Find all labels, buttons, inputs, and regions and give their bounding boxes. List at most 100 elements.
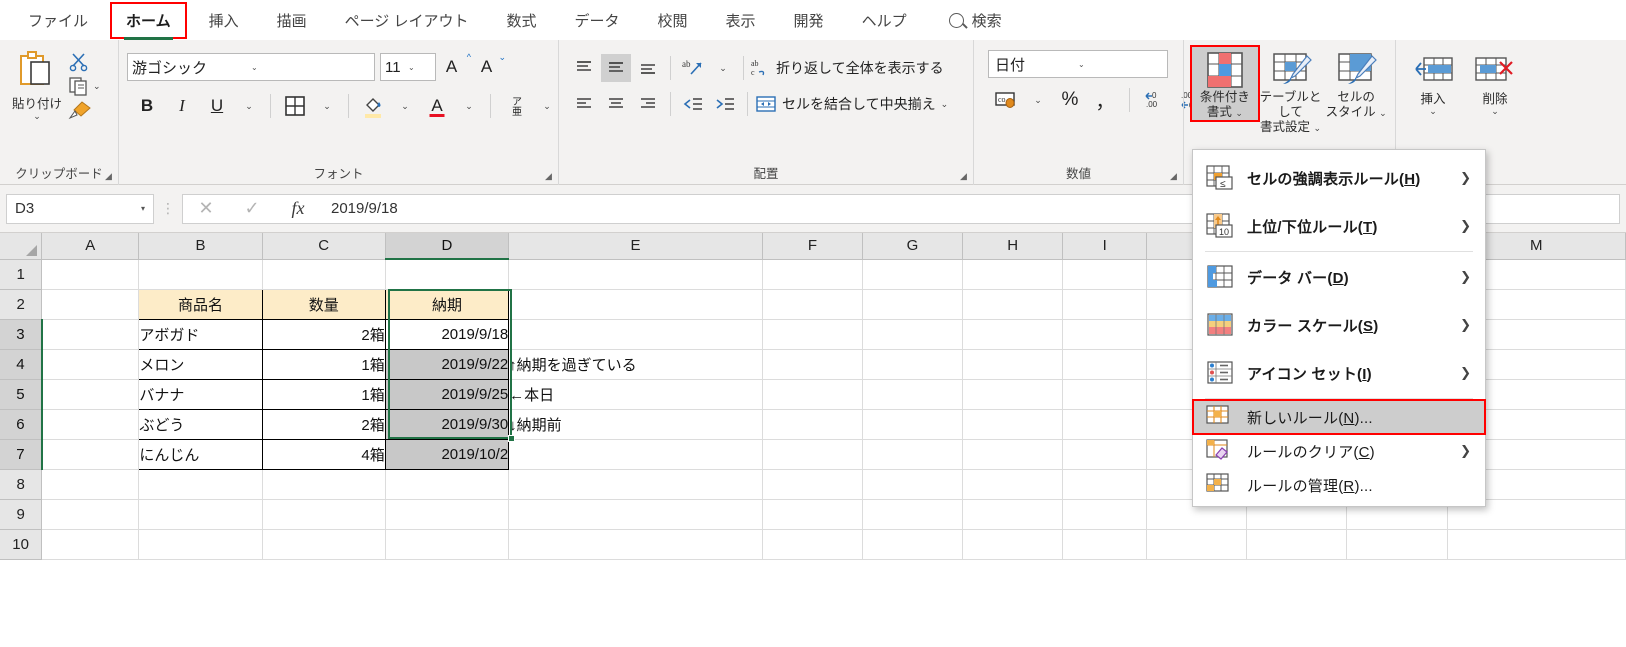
italic-button[interactable]: I [166,90,198,122]
fill-color-button[interactable] [357,90,389,122]
cell-d8[interactable] [385,469,510,500]
cell-d4[interactable]: 2019/9/22 [384,348,510,380]
cell-f9[interactable] [762,499,863,530]
borders-options-button[interactable]: ⌄ [314,90,340,122]
tab-file[interactable]: ファイル [14,4,102,37]
align-left-button[interactable] [569,90,599,118]
cell-e8[interactable] [508,469,763,500]
cell-b9[interactable] [138,499,263,530]
cell-d3[interactable]: 2019/9/18 [384,318,510,350]
row-header-4[interactable]: 4 [0,349,43,380]
chevron-down-icon[interactable]: ⌄ [93,81,101,91]
cell-h1[interactable] [962,259,1064,290]
search-box[interactable]: 検索 [948,10,1002,31]
cell-i3[interactable] [1062,319,1148,350]
tab-review[interactable]: 校閲 [644,4,702,37]
cell-i2[interactable] [1062,289,1148,320]
cell-a3[interactable] [41,319,140,350]
cell-e10[interactable] [508,529,763,560]
tab-home[interactable]: ホーム [110,1,187,40]
cell-d2[interactable]: 納期 [384,288,510,320]
cell-b2[interactable]: 商品名 [138,288,263,320]
increase-font-size-button[interactable]: A ^ [439,51,471,83]
align-top-button[interactable] [569,54,599,82]
row-header-10[interactable]: 10 [0,529,43,560]
cell-f10[interactable] [762,529,863,560]
cell-f2[interactable] [762,289,863,320]
column-header-a[interactable]: A [41,233,140,260]
chevron-down-icon[interactable]: ⌄ [941,99,949,109]
menu-item-icon-sets[interactable]: アイコン セット(I) ❯ [1193,349,1485,397]
cell-h6[interactable] [962,409,1064,440]
tab-draw[interactable]: 描画 [263,4,321,37]
font-size-input[interactable]: 11 ⌄ [380,53,436,81]
cell-i5[interactable] [1062,379,1148,410]
cell-b1[interactable] [138,259,263,290]
cell-d7[interactable]: 2019/10/2 [384,438,510,470]
cell-f8[interactable] [762,469,863,500]
percent-style-button[interactable]: % [1054,84,1086,116]
menu-item-data-bars[interactable]: データ バー(D) ❯ [1193,253,1485,301]
cell-c7[interactable]: 4箱 [261,438,386,470]
cut-button[interactable] [68,52,101,72]
borders-button[interactable] [279,90,311,122]
cell-f6[interactable] [762,409,863,440]
cell-h2[interactable] [962,289,1064,320]
wrap-text-button[interactable]: ab c 折り返して全体を表示する [751,58,944,78]
cell-i8[interactable] [1062,469,1148,500]
cell-h10[interactable] [962,529,1064,560]
cell-b7[interactable]: にんじん [138,438,263,470]
column-header-e[interactable]: E [508,233,763,260]
cell-j10[interactable] [1146,529,1248,560]
cell-a9[interactable] [41,499,140,530]
cell-c1[interactable] [262,259,386,290]
increase-indent-button[interactable] [710,90,740,118]
cell-b10[interactable] [138,529,263,560]
number-dialog-launcher[interactable]: ◢ [1170,172,1179,181]
cell-e7[interactable] [508,439,763,470]
cell-h3[interactable] [962,319,1064,350]
copy-button[interactable]: ⌄ [68,76,101,96]
cell-b5[interactable]: バナナ [138,378,263,410]
cell-h4[interactable] [962,349,1064,380]
align-right-button[interactable] [633,90,663,118]
decrease-font-size-button[interactable]: A ⌄ [474,51,506,83]
alignment-dialog-launcher[interactable]: ◢ [960,172,969,181]
font-name-input[interactable]: 游ゴシック ⌄ [127,53,375,81]
cell-d10[interactable] [385,529,510,560]
chevron-down-icon[interactable]: ⌄ [1313,123,1321,133]
cell-styles-button[interactable]: セルの スタイル ⌄ [1323,47,1389,120]
row-header-8[interactable]: 8 [0,469,43,500]
cell-b8[interactable] [138,469,263,500]
cell-e5[interactable]: ←本日 [508,379,763,410]
cell-c8[interactable] [262,469,386,500]
tab-data[interactable]: データ [561,4,634,37]
row-header-2[interactable]: 2 [0,289,43,320]
column-header-g[interactable]: G [862,233,964,260]
row-header-3[interactable]: 3 [0,319,43,350]
tab-formulas[interactable]: 数式 [492,4,550,37]
cell-f7[interactable] [762,439,863,470]
column-header-f[interactable]: F [762,233,863,260]
underline-options-button[interactable]: ⌄ [236,90,262,122]
row-header-1[interactable]: 1 [0,259,43,290]
chevron-down-icon[interactable]: ⌄ [1078,60,1161,69]
chevron-down-icon[interactable]: ⌄ [33,112,41,121]
enter-icon[interactable]: ✓ [229,198,275,219]
cell-c3[interactable]: 2箱 [261,318,386,350]
cell-g7[interactable] [862,439,964,470]
orientation-options-button[interactable]: ⌄ [710,52,736,84]
cell-l10[interactable] [1346,529,1448,560]
cell-c2[interactable]: 数量 [261,288,386,320]
cell-e2[interactable] [508,289,763,320]
align-middle-button[interactable] [601,54,631,82]
chevron-down-icon[interactable]: ⌄ [1379,108,1387,118]
cell-g1[interactable] [862,259,964,290]
cell-a8[interactable] [41,469,140,500]
underline-button[interactable]: U [201,90,233,122]
cell-a5[interactable] [41,379,140,410]
insert-cells-button[interactable]: 挿入 ⌄ [1402,49,1464,116]
cell-h5[interactable] [962,379,1064,410]
cell-i9[interactable] [1062,499,1148,530]
phonetic-options-button[interactable]: ⌄ [534,90,560,122]
